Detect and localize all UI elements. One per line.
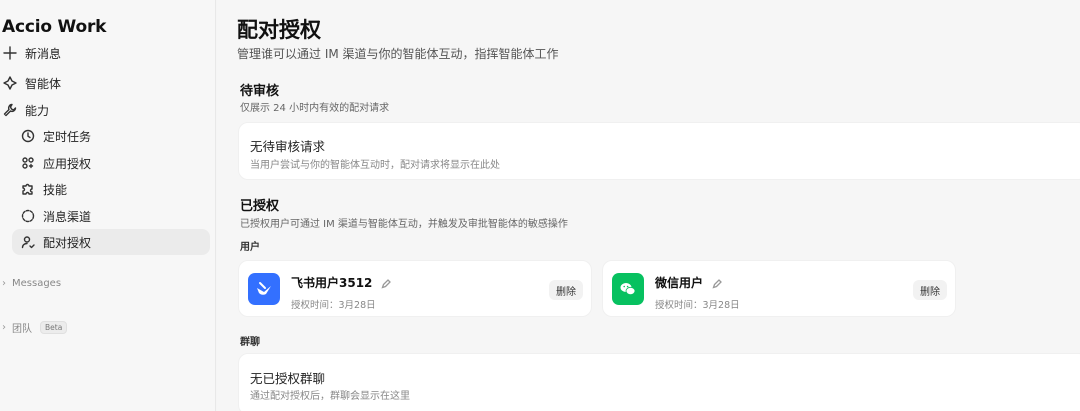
group-messages-label: Messages: [12, 278, 62, 289]
edit-icon[interactable]: [712, 278, 722, 289]
pending-title: 待审核: [240, 84, 280, 99]
user-check-icon: [20, 234, 36, 250]
pending-empty-card: 无待审核请求 当用户尝试与你的智能体互动时，配对请求将显示在此处: [238, 122, 1080, 180]
main-content: 配对授权 管理谁可以通过 IM 渠道与你的智能体互动，指挥智能体工作 待审核 仅…: [217, 0, 1080, 411]
user-auth-date: 授权时间：3月28日: [655, 300, 740, 311]
authorized-subtitle: 已授权用户可通过 IM 渠道与智能体互动，并触发及审批智能体的敏感操作: [240, 219, 568, 230]
groups-empty-subtitle: 通过配对授权后，群聊会显示在这里: [250, 391, 410, 402]
sidebar-item-label: 定时任务: [43, 129, 92, 144]
beta-badge: Beta: [40, 321, 68, 334]
user-name-text: 飞书用户3512: [291, 276, 373, 290]
group-messages[interactable]: › Messages: [2, 278, 61, 289]
wechat-icon: [612, 273, 644, 305]
page-subtitle: 管理谁可以通过 IM 渠道与你的智能体互动，指挥智能体工作: [237, 47, 559, 61]
user-card-feishu: 飞书用户3512 授权时间：3月28日 删除: [238, 260, 592, 317]
delete-button[interactable]: 删除: [549, 280, 583, 300]
nav-abilities-label: 能力: [25, 103, 50, 118]
feishu-icon: [248, 273, 280, 305]
chevron-right-icon: ›: [2, 322, 6, 333]
sidebar-item-label: 消息渠道: [43, 209, 92, 224]
delete-button[interactable]: 删除: [913, 280, 947, 300]
clock-icon: [20, 128, 36, 144]
group-team-label: 团队: [12, 324, 32, 335]
nav-abilities[interactable]: 能力: [2, 98, 49, 122]
user-name-text: 微信用户: [655, 276, 704, 290]
pending-subtitle: 仅展示 24 小时内有效的配对请求: [240, 103, 390, 114]
nav-new-message[interactable]: 新消息: [2, 41, 61, 65]
groups-empty-title: 无已授权群聊: [250, 371, 326, 386]
edit-icon[interactable]: [381, 278, 392, 289]
app-logo: Accio Work: [2, 17, 107, 37]
sidebar-item-scheduled-tasks[interactable]: 定时任务: [20, 124, 91, 148]
user-name: 飞书用户3512: [291, 274, 392, 291]
chevron-right-icon: ›: [2, 278, 6, 289]
sidebar-item-app-auth[interactable]: 应用授权: [20, 151, 91, 175]
page-title: 配对授权: [237, 18, 321, 42]
puzzle-icon: [20, 181, 36, 197]
user-name: 微信用户: [655, 274, 722, 291]
authorized-title: 已授权: [240, 199, 280, 214]
sidebar-item-label: 应用授权: [43, 156, 92, 171]
wrench-icon: [2, 102, 18, 118]
sidebar-item-label: 技能: [43, 182, 68, 197]
user-card-wechat: 微信用户 授权时间：3月28日 删除: [602, 260, 956, 317]
pending-empty-title: 无待审核请求: [250, 139, 326, 154]
group-team[interactable]: › 团队 Beta: [2, 320, 68, 335]
users-label: 用户: [240, 242, 260, 253]
sidebar-item-message-channels[interactable]: 消息渠道: [20, 204, 91, 228]
nav-new-message-label: 新消息: [25, 46, 62, 61]
groups-label: 群聊: [240, 337, 260, 348]
sidebar-item-label: 配对授权: [43, 235, 92, 250]
plus-icon: [2, 45, 18, 61]
sidebar-item-skills[interactable]: 技能: [20, 177, 67, 201]
nav-agents[interactable]: 智能体: [2, 71, 61, 95]
sidebar-item-pairing-auth[interactable]: 配对授权: [20, 230, 91, 254]
pending-empty-subtitle: 当用户尝试与你的智能体互动时，配对请求将显示在此处: [250, 160, 500, 171]
groups-empty-card: 无已授权群聊 通过配对授权后，群聊会显示在这里: [238, 353, 1080, 411]
sidebar: Accio Work 新消息 智能体 能力 定时任务 应用授权 技能 消息渠道 …: [0, 0, 216, 411]
channel-icon: [20, 208, 36, 224]
user-auth-date: 授权时间：3月28日: [291, 300, 376, 311]
nav-agents-label: 智能体: [25, 76, 62, 91]
sparkle-icon: [2, 75, 18, 91]
apps-icon: [20, 155, 36, 171]
